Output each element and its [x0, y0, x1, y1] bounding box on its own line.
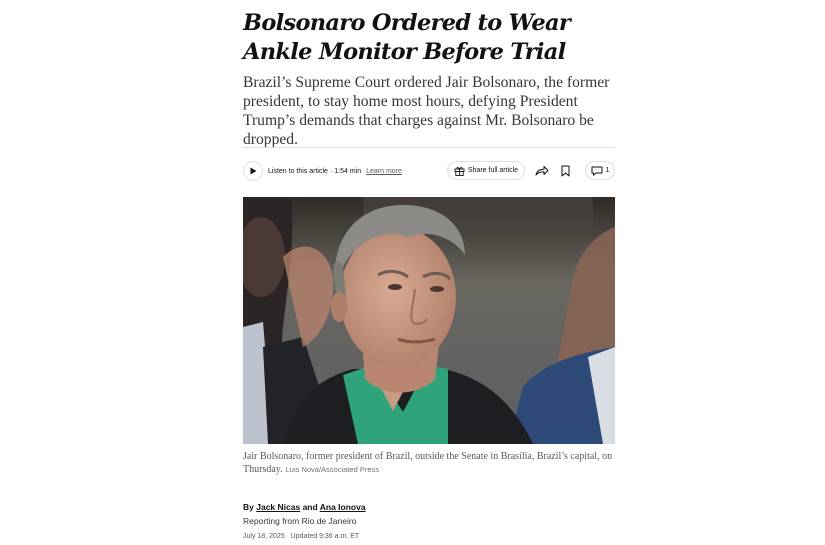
comments-button[interactable]: 1: [585, 161, 615, 180]
share-label: Share full article: [467, 167, 519, 174]
bookmark-icon: [561, 165, 570, 176]
play-button[interactable]: [243, 161, 263, 181]
photo-credit: Luis Nova/Associated Press: [285, 464, 380, 474]
bolsonaro-photo-illustration: [243, 197, 615, 444]
divider: [243, 147, 615, 148]
updated-time: Updated 9:36 a.m. ET: [290, 533, 360, 540]
publish-dates: July 18, 2025 Updated 9:36 a.m. ET: [243, 533, 359, 540]
author-link-ana-ionova[interactable]: Ana Ionova: [320, 502, 366, 512]
author-link-jack-nicas[interactable]: Jack Nicas: [256, 502, 300, 512]
audio-player: Listen to this article · 1:54 min Learn …: [243, 160, 402, 182]
play-icon: [250, 167, 256, 175]
byline-conjunction: and: [302, 502, 318, 512]
byline-prefix: By: [243, 502, 254, 512]
comment-count: 1: [605, 167, 610, 174]
dateline: Reporting from Rio de Janeiro: [243, 516, 357, 526]
byline: By Jack Nicas and Ana Ionova: [243, 502, 366, 512]
separator: ·: [329, 167, 333, 175]
learn-more-link[interactable]: Learn more: [366, 168, 402, 175]
gift-icon: [454, 166, 465, 176]
article-summary: Brazil’s Supreme Court ordered Jair Bols…: [243, 74, 610, 148]
comment-icon: [591, 166, 603, 176]
audio-duration: 1:54 min: [334, 167, 362, 175]
listen-label: Listen to this article: [268, 167, 328, 175]
published-date: July 18, 2025: [243, 533, 285, 540]
photo-caption: Jair Bolsonaro, former president of Braz…: [243, 451, 615, 476]
share-button[interactable]: [532, 161, 551, 180]
headline: Bolsonaro Ordered to Wear Ankle Monitor …: [243, 10, 571, 65]
save-button[interactable]: [556, 161, 575, 180]
article-photo: [243, 197, 615, 444]
share-full-article-button[interactable]: Share full article: [447, 161, 525, 180]
share-arrow-icon: [535, 166, 548, 176]
